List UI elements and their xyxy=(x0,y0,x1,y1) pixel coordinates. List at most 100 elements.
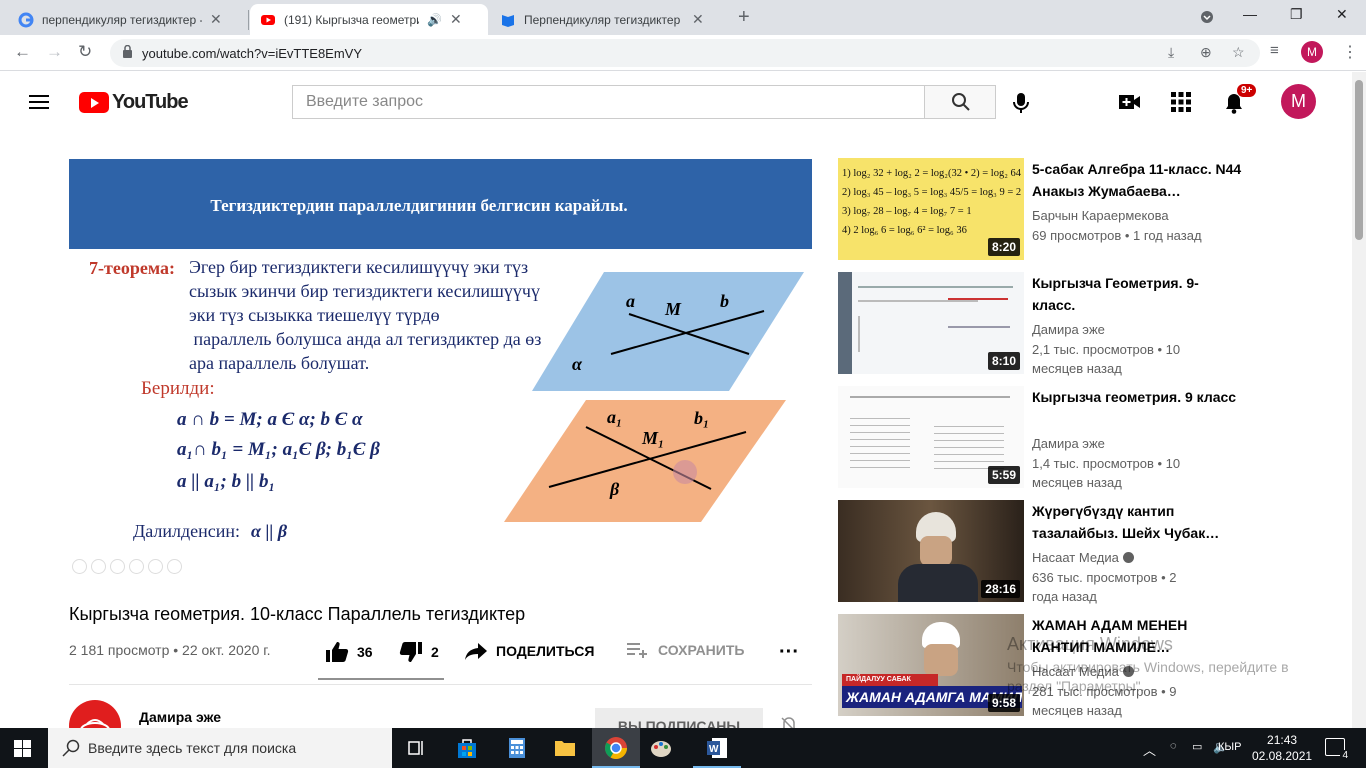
thumb-line: 3) log₇ 28 – log₇ 4 = log₇ 7 = 1 xyxy=(842,206,972,217)
account-avatar[interactable]: M xyxy=(1281,84,1316,119)
speaker-icon[interactable]: 🔊 xyxy=(427,13,442,27)
next-slide-icon[interactable] xyxy=(91,559,106,574)
label-b: b xyxy=(720,291,729,311)
close-icon[interactable]: ✕ xyxy=(450,11,462,28)
video-thumbnail[interactable]: ПАЙДАЛУУ САБАК ЖАМАН АДАМГА МАМИЛЕ 9:58 xyxy=(838,614,1024,716)
profile-avatar[interactable]: M xyxy=(1301,41,1323,63)
battery-icon[interactable]: ▭ xyxy=(1192,740,1202,753)
back-icon[interactable]: ← xyxy=(14,42,31,62)
taskbar-search-text: Введите здесь текст для поиска xyxy=(88,740,297,756)
prev-slide-icon[interactable] xyxy=(72,559,87,574)
video-player[interactable]: Тегиздиктердин параллелдигинин белгисин … xyxy=(69,159,812,577)
math-line: a ∩ b = M; a Є α; b Є α xyxy=(177,409,363,430)
create-video-icon[interactable] xyxy=(1118,92,1142,112)
reload-icon[interactable]: ↻ xyxy=(78,42,92,62)
video-thumbnail[interactable]: 1) log₂ 32 + log₂ 2 = log₂(32 • 2) = log… xyxy=(838,158,1024,260)
minimize-button[interactable]: — xyxy=(1243,6,1257,22)
store-icon[interactable] xyxy=(455,736,479,760)
share-button[interactable]: ПОДЕЛИТЬСЯ xyxy=(464,641,594,661)
windows-start-icon[interactable] xyxy=(14,740,31,757)
network-icon[interactable]: ◌ xyxy=(1170,740,1177,752)
close-icon[interactable]: ✕ xyxy=(692,11,704,28)
recommendation-item[interactable]: 28:16 Жүрөгүбүздү кантип тазалайбыз. Шей… xyxy=(838,500,1338,604)
video-thumbnail[interactable]: 8:10 xyxy=(838,272,1024,374)
windows-taskbar: Введите здесь текст для поиска W ︿ ◌ ▭ 🔈… xyxy=(0,728,1366,768)
dislike-button[interactable]: 2 xyxy=(399,641,439,663)
close-window-button[interactable]: ✕ xyxy=(1336,6,1348,23)
new-tab-button[interactable]: + xyxy=(738,6,750,29)
save-label: СОХРАНИТЬ xyxy=(658,642,745,658)
math-line: a₁∩ b₁ = M₁; a₁Є β; b₁Є β xyxy=(177,439,380,460)
tab-title: Перпендикуляр тегиздиктер - Пр xyxy=(524,12,684,27)
rec-title[interactable]: Кыргызча геометрия. 9 класс xyxy=(1032,386,1242,408)
youtube-header: YouTube Введите запрос 9+ M xyxy=(0,72,1366,132)
share-label: ПОДЕЛИТЬСЯ xyxy=(496,643,595,659)
video-thumbnail[interactable]: 5:59 xyxy=(838,386,1024,488)
scrollbar-thumb[interactable] xyxy=(1355,80,1363,240)
recommendation-item[interactable]: 8:10 Кыргызча Геометрия. 9-класс. Дамира… xyxy=(838,272,1338,376)
install-icon[interactable]: ⤓ xyxy=(1168,44,1174,61)
word-taskbar-button[interactable]: W xyxy=(693,728,741,768)
omnibox[interactable]: youtube.com/watch?v=iEvTTE8EmVY ⤓ ⊕ ☆ xyxy=(110,39,1260,67)
like-count: 36 xyxy=(357,644,373,660)
taskbar-clock[interactable]: 21:43 02.08.2021 xyxy=(1252,732,1312,764)
slide-title: Тегиздиктердин параллелдигинин белгисин … xyxy=(210,196,628,215)
chrome-taskbar-button[interactable] xyxy=(592,728,640,768)
taskbar-search[interactable]: Введите здесь текст для поиска xyxy=(48,728,392,768)
bookmark-star-icon[interactable]: ☆ xyxy=(1232,44,1245,61)
thumbs-down-icon xyxy=(399,642,422,662)
youtube-logo[interactable]: YouTube xyxy=(79,91,189,114)
notification-badge: 9+ xyxy=(1237,84,1257,97)
microphone-icon[interactable] xyxy=(1012,92,1030,114)
theorem-line: Эгер бир тегиздиктеги кесилишүүчү эки тү… xyxy=(189,257,529,277)
rec-channel: Дамира эже xyxy=(1032,436,1105,451)
recommendation-item[interactable]: 1) log₂ 32 + log₂ 2 = log₂(32 • 2) = log… xyxy=(838,158,1338,260)
search-input[interactable]: Введите запрос xyxy=(292,85,925,119)
rec-title[interactable]: Жүрөгүбүздү кантип тазалайбыз. Шейх Чуба… xyxy=(1032,500,1242,544)
apps-grid-icon[interactable] xyxy=(1171,92,1191,112)
rec-title[interactable]: Кыргызча Геометрия. 9-класс. xyxy=(1032,272,1242,316)
save-button[interactable]: СОХРАНИТЬ xyxy=(626,641,744,659)
like-button[interactable]: 36 xyxy=(325,641,373,663)
forward-icon[interactable]: → xyxy=(46,42,63,62)
chrome-icon xyxy=(605,737,627,759)
video-thumbnail[interactable]: 28:16 xyxy=(838,500,1024,602)
tab-google-search[interactable]: перпендикуляр тегиздиктер - Go ✕ xyxy=(8,4,246,35)
zoom-icon[interactable]: ⊕ xyxy=(1200,44,1212,61)
plane-alpha-figure: a M b α xyxy=(532,272,804,391)
zoom-slide-icon[interactable] xyxy=(148,559,163,574)
youtube-icon xyxy=(261,14,275,25)
hamburger-menu-icon[interactable] xyxy=(29,95,49,109)
pen-icon[interactable] xyxy=(110,559,125,574)
calculator-icon[interactable] xyxy=(505,736,529,760)
rec-meta: 636 тыс. просмотров • 2 года назад xyxy=(1032,570,1177,604)
rec-title[interactable]: 5-сабак Алгебра 11-класс. N44 Анакыз Жум… xyxy=(1032,158,1242,202)
google-icon xyxy=(18,12,34,27)
more-actions-icon[interactable]: ··· xyxy=(779,641,799,664)
recommendation-item[interactable]: 5:59 Кыргызча геометрия. 9 класс Дамира … xyxy=(838,386,1338,490)
menu-dots-icon[interactable]: ⋮ xyxy=(1342,42,1358,62)
language-indicator[interactable]: КЫР xyxy=(1218,741,1241,753)
theorem-line: параллель болушса анда ал тегиздиктер да… xyxy=(189,329,542,349)
reading-list-icon[interactable]: ≡ xyxy=(1270,42,1279,59)
search-button[interactable] xyxy=(924,85,996,119)
task-view-icon[interactable] xyxy=(404,736,428,760)
close-icon[interactable]: ✕ xyxy=(210,11,222,28)
theorem-line: сызык экинчи бир тегиздиктеги кесилишүүч… xyxy=(189,281,540,301)
label-M1: M₁ xyxy=(641,428,664,448)
thumbs-up-icon xyxy=(326,642,349,662)
more-slide-icon[interactable] xyxy=(167,559,182,574)
paint-icon[interactable] xyxy=(650,736,674,760)
tab-article[interactable]: Перпендикуляр тегиздиктер - Пр ✕ xyxy=(490,4,728,35)
maximize-button[interactable]: ❐ xyxy=(1290,6,1303,23)
proof-label: Далилденсин: xyxy=(133,521,241,541)
show-hidden-icons-chevron-icon[interactable]: ︿ xyxy=(1143,740,1156,759)
label-a: a xyxy=(626,291,635,311)
channel-name[interactable]: Дамира эже xyxy=(139,709,221,725)
proof-value: α || β xyxy=(251,521,288,541)
action-center-icon[interactable]: 4 xyxy=(1325,738,1350,761)
tab-youtube[interactable]: (191) Кыргызча геометрия. 🔊 ✕ xyxy=(250,4,488,35)
tab-search-icon[interactable] xyxy=(1200,10,1214,24)
file-explorer-icon[interactable] xyxy=(553,736,577,760)
slides-icon[interactable] xyxy=(129,559,144,574)
